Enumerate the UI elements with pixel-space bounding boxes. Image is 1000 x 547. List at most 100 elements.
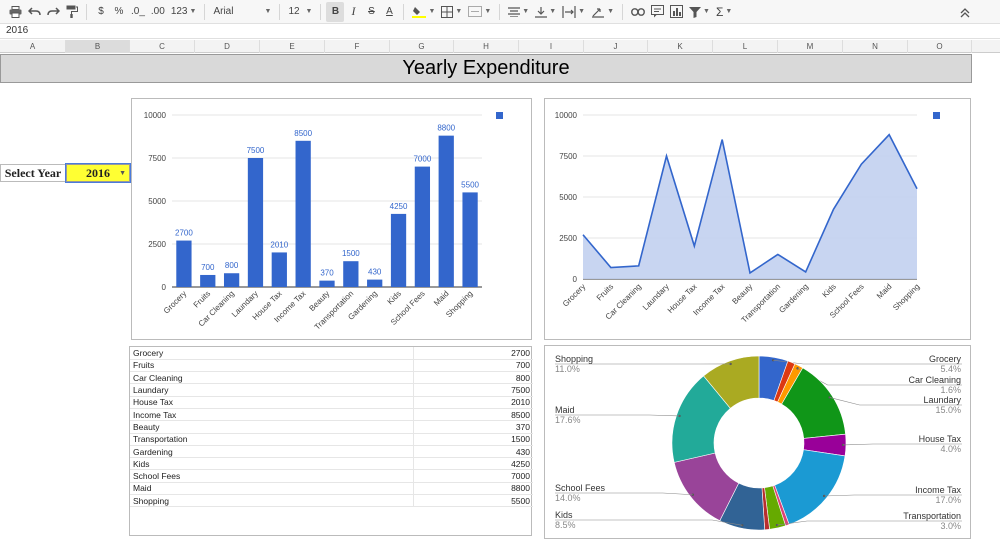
donut-label-percent: 4.0% bbox=[940, 444, 961, 454]
table-cell-name[interactable]: Shopping bbox=[130, 494, 413, 508]
table-cell-value[interactable]: 7500 bbox=[412, 383, 533, 397]
table-cell-name[interactable]: House Tax bbox=[130, 396, 413, 409]
column-header-h[interactable]: H bbox=[454, 40, 519, 53]
column-header-g[interactable]: G bbox=[390, 40, 454, 53]
merge-cells-icon[interactable]: ▼ bbox=[465, 2, 494, 22]
chevron-down-icon: ▼ bbox=[484, 8, 492, 15]
bar-chart[interactable]: 0 2500 5000 7500 10000 2700 Grocery 700 Fruits 80… bbox=[131, 98, 532, 340]
text-wrap-icon[interactable]: ▼ bbox=[559, 2, 588, 22]
spreadsheet-app: $ % .0_ .00 123 ▼ Arial ▼ 12 ▼ B I S A ▼ ▼ … bbox=[0, 0, 1000, 547]
table-row: Grocery 2700 bbox=[130, 347, 533, 360]
increase-decimal-button[interactable]: .00 bbox=[148, 2, 168, 22]
text-rotation-icon[interactable]: ▼ bbox=[588, 2, 617, 22]
table-cell-value[interactable]: 2700 bbox=[412, 347, 533, 360]
bold-button[interactable]: B bbox=[326, 1, 345, 22]
table-cell-value[interactable]: 8500 bbox=[412, 408, 533, 422]
currency-format-button[interactable]: $ bbox=[92, 2, 110, 22]
area-chart-y-tick-label: 5000 bbox=[559, 193, 577, 202]
toolbar-divider bbox=[403, 3, 405, 20]
undo-icon[interactable] bbox=[25, 2, 44, 22]
donut-label-name: Income Tax bbox=[915, 485, 961, 495]
column-header-n[interactable]: N bbox=[843, 40, 908, 53]
italic-button[interactable]: I bbox=[344, 2, 362, 22]
table-cell-name[interactable]: Transportation bbox=[130, 433, 413, 446]
table-cell-name[interactable]: Income Tax bbox=[130, 408, 413, 422]
donut-chart[interactable]: Grocery 5.4% Car Cleaning 1.6% Laundary 15.0%… bbox=[544, 345, 971, 539]
number-format-dropdown[interactable]: 123 ▼ bbox=[168, 2, 200, 22]
bar-chart-svg: 0 2500 5000 7500 10000 2700 Grocery 700 Fruits 80… bbox=[144, 111, 503, 332]
bar-chart-y-tick-label: 10000 bbox=[144, 111, 167, 120]
table-cell-name[interactable]: Gardening bbox=[130, 445, 413, 459]
toolbar-divider bbox=[499, 3, 501, 20]
table-cell-name[interactable]: Grocery bbox=[130, 347, 413, 360]
bar-x-tick-label: Kids bbox=[386, 289, 403, 306]
table-cell-name[interactable]: Kids bbox=[130, 457, 413, 471]
decrease-decimal-button[interactable]: .0_ bbox=[128, 2, 148, 22]
donut-label-name: School Fees bbox=[555, 483, 606, 493]
toolbar-divider bbox=[279, 3, 281, 20]
bar-data-label: 2700 bbox=[175, 229, 193, 238]
table-cell-name[interactable]: School Fees bbox=[130, 469, 413, 483]
insert-comment-icon[interactable] bbox=[648, 2, 667, 22]
table-cell-value[interactable]: 430 bbox=[412, 445, 533, 459]
table-cell-value[interactable]: 1500 bbox=[412, 433, 533, 446]
table-row: Transportation 1500 bbox=[130, 433, 533, 446]
column-header-k[interactable]: K bbox=[648, 40, 713, 53]
table-cell-value[interactable]: 370 bbox=[412, 420, 533, 434]
column-header-a[interactable]: A bbox=[0, 40, 66, 53]
formula-bar[interactable]: 2016 bbox=[0, 24, 1000, 39]
insert-link-icon[interactable] bbox=[628, 2, 648, 22]
paint-format-icon[interactable] bbox=[63, 2, 81, 22]
table-cell-value[interactable]: 2010 bbox=[412, 396, 533, 409]
table-cell-value[interactable]: 800 bbox=[412, 371, 533, 385]
donut-leader-line bbox=[777, 520, 962, 526]
bar bbox=[319, 280, 335, 287]
column-header-o[interactable]: O bbox=[908, 40, 972, 53]
column-header-i[interactable]: I bbox=[519, 40, 584, 53]
borders-icon[interactable]: ▼ bbox=[438, 2, 465, 22]
column-header-d[interactable]: D bbox=[195, 40, 260, 53]
column-header-c[interactable]: C bbox=[130, 40, 195, 53]
table-cell-value[interactable]: 5500 bbox=[412, 494, 533, 508]
functions-dropdown[interactable]: Σ ▼ bbox=[713, 2, 735, 22]
fill-color-icon[interactable]: ▼ bbox=[409, 2, 438, 22]
font-size-dropdown[interactable]: 12 ▼ bbox=[285, 2, 315, 22]
table-cell-name[interactable]: Laundary bbox=[130, 383, 413, 397]
column-header-f[interactable]: F bbox=[325, 40, 390, 53]
collapse-toolbar-icon[interactable] bbox=[956, 3, 974, 23]
vertical-align-icon[interactable]: ▼ bbox=[532, 2, 559, 22]
donut-leader-line bbox=[555, 519, 743, 526]
chevron-down-icon: ▼ bbox=[578, 8, 586, 15]
text-color-button[interactable]: A bbox=[380, 2, 398, 22]
print-icon[interactable] bbox=[6, 2, 25, 22]
table-cell-value[interactable]: 4250 bbox=[412, 457, 533, 471]
column-header-e[interactable]: E bbox=[260, 40, 325, 53]
redo-icon[interactable] bbox=[44, 2, 63, 22]
toolbar-divider bbox=[86, 3, 87, 20]
table-row: House Tax 2010 bbox=[130, 396, 533, 409]
year-select-dropdown[interactable]: 2016 ▼ bbox=[65, 163, 131, 183]
bar-data-label: 800 bbox=[225, 261, 239, 270]
insert-chart-icon[interactable] bbox=[667, 2, 686, 22]
sheet-title-cell[interactable]: Yearly Expenditure bbox=[0, 54, 972, 83]
table-cell-value[interactable]: 8800 bbox=[412, 482, 533, 496]
filter-icon[interactable]: ▼ bbox=[686, 2, 713, 22]
area-chart[interactable]: 0 2500 5000 7500 10000 Grocery Fruits Car Clean… bbox=[544, 98, 971, 340]
table-cell-name[interactable]: Maid bbox=[130, 482, 413, 496]
table-cell-name[interactable]: Fruits bbox=[130, 359, 413, 373]
column-header-b[interactable]: B bbox=[66, 40, 130, 53]
toolbar-divider bbox=[204, 3, 206, 20]
select-year-label: Select Year bbox=[0, 164, 66, 182]
column-header-m[interactable]: M bbox=[778, 40, 843, 53]
table-cell-value[interactable]: 7000 bbox=[412, 469, 533, 483]
font-family-dropdown[interactable]: Arial ▼ bbox=[210, 2, 274, 22]
horizontal-align-icon[interactable]: ▼ bbox=[505, 2, 532, 22]
strikethrough-button[interactable]: S bbox=[362, 2, 380, 22]
table-cell-name[interactable]: Beauty bbox=[130, 420, 413, 434]
table-cell-name[interactable]: Car Cleaning bbox=[130, 371, 413, 385]
column-header-l[interactable]: L bbox=[713, 40, 778, 53]
bar-x-tick-label: Fruits bbox=[192, 289, 213, 310]
percent-format-button[interactable]: % bbox=[110, 2, 128, 22]
table-cell-value[interactable]: 700 bbox=[412, 359, 533, 373]
column-header-j[interactable]: J bbox=[584, 40, 648, 53]
